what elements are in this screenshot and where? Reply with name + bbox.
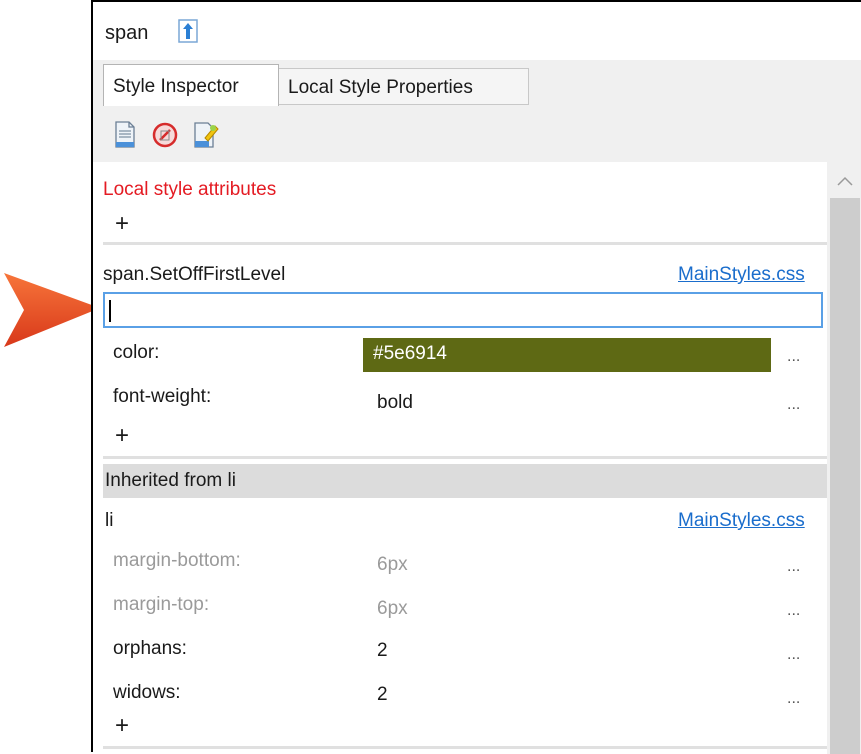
property-more-button[interactable]: ... [787,396,800,414]
select-parent-icon[interactable] [178,19,198,43]
property-name: orphans: [113,638,187,659]
property-name: font-weight: [113,386,212,407]
rule-selector: li [105,510,114,531]
add-property-button[interactable]: + [115,714,129,738]
vertical-scrollbar[interactable] [827,162,861,754]
scroll-up-icon[interactable] [835,174,855,188]
property-name: margin-top: [113,594,210,615]
color-value-field[interactable]: #5e6914 [363,338,771,372]
property-name: widows: [113,682,181,703]
property-more-button[interactable]: ... [787,348,800,366]
property-name: margin-bottom: [113,550,241,571]
tab-bar: Style Inspector Local Style Properties [93,60,861,107]
edit-style-icon[interactable] [191,120,219,150]
color-value-text: #5e6914 [373,343,447,364]
section-divider [103,242,827,245]
property-more-button[interactable]: ... [787,690,800,708]
pointer-arrow-icon [4,273,100,347]
scrollbar-thumb[interactable] [830,198,860,754]
toolbar [93,106,861,162]
property-value[interactable]: bold [377,392,413,414]
inherited-section-header: Inherited from li [103,464,827,498]
property-value[interactable]: 6px [377,554,408,576]
property-name: color: [113,342,160,363]
tab-local-style-properties[interactable]: Local Style Properties [279,68,529,105]
new-property-input[interactable] [103,292,823,328]
property-more-button[interactable]: ... [787,602,800,620]
property-value[interactable]: 6px [377,598,408,620]
property-more-button[interactable]: ... [787,646,800,664]
panel-header: span [93,2,861,60]
local-style-heading: Local style attributes [103,179,277,200]
style-inspector-panel: span Style Inspector Local Style Propert… [91,0,861,754]
new-style-icon[interactable] [111,120,139,150]
add-property-button[interactable]: + [115,424,129,448]
element-name: span [105,22,149,44]
section-divider [103,746,827,749]
remove-style-icon[interactable] [151,120,179,150]
inherited-heading: Inherited from li [105,470,236,491]
tab-style-inspector[interactable]: Style Inspector [103,64,279,106]
property-value[interactable]: 2 [377,640,388,662]
property-more-button[interactable]: ... [787,558,800,576]
section-divider [103,456,827,459]
add-local-attribute-button[interactable]: + [115,212,129,236]
property-value[interactable]: 2 [377,684,388,706]
rule-selector: span.SetOffFirstLevel [103,264,286,285]
text-caret [109,300,111,322]
